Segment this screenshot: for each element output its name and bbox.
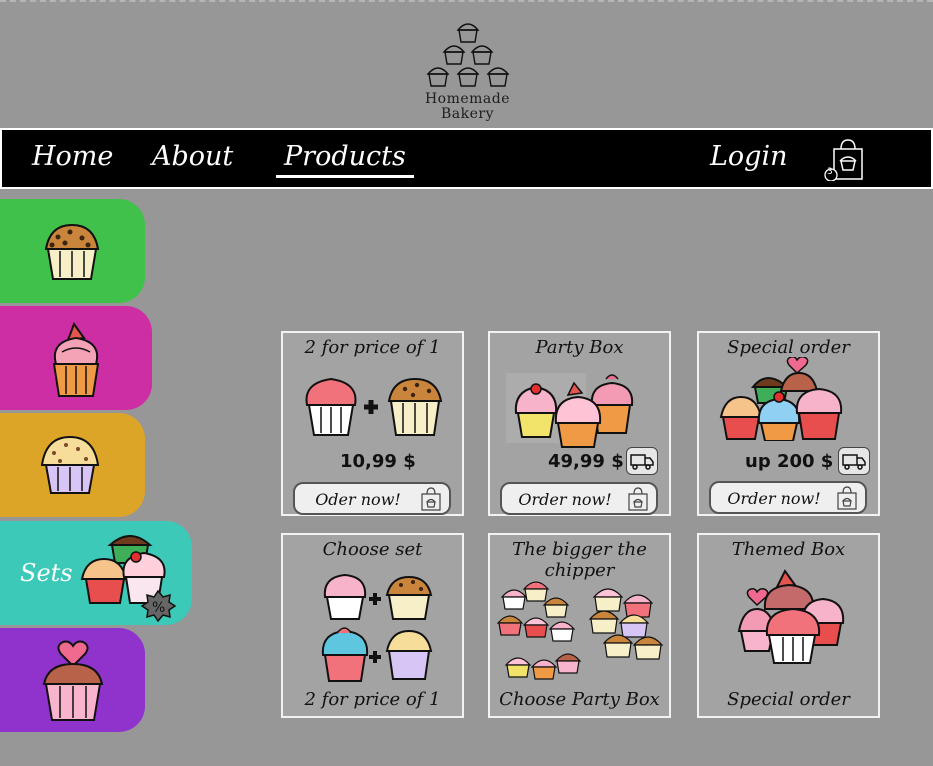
cart-count: 3: [827, 167, 833, 177]
special-order-cupcakes-icon: [719, 357, 843, 441]
product-price: 10,99 $: [340, 451, 416, 472]
shopping-bag-icon: [628, 487, 648, 511]
product-card-2-for-1[interactable]: 2 for price of 1 10,99 $ Oder now!: [281, 331, 464, 516]
category-sets-label: Sets: [20, 559, 73, 587]
order-button-label: Order now!: [727, 489, 821, 508]
nav-home[interactable]: Home: [24, 139, 121, 175]
product-subtitle: Choose Party Box: [499, 689, 660, 710]
delivery-truck-icon: [626, 447, 658, 475]
muffin-stack-icon: [426, 23, 509, 87]
category-sets[interactable]: Sets %: [0, 521, 192, 625]
product-subtitle: 2 for price of 1: [304, 689, 441, 710]
category-vanilla-muffins[interactable]: [0, 413, 145, 517]
nav-about[interactable]: About: [144, 139, 241, 175]
order-now-button[interactable]: Order now!: [500, 482, 658, 515]
vanilla-muffin-icon: [40, 435, 100, 494]
shopping-bag-icon: [421, 487, 441, 511]
brand-logo[interactable]: Homemade Bakery: [415, 18, 520, 126]
shopping-cart[interactable]: 3: [824, 137, 868, 182]
product-card-party-box[interactable]: Party Box 49,99 $ Order now!: [488, 331, 671, 516]
order-button-label: Order now!: [518, 490, 612, 509]
order-now-button[interactable]: Oder now!: [293, 482, 451, 515]
product-card-special-order[interactable]: Special order up 200 $ Order now!: [697, 331, 880, 516]
heart-cupcake-icon: [42, 640, 104, 721]
shopping-bag-icon: [837, 486, 857, 510]
svg-text:%: %: [152, 600, 165, 616]
order-button-label: Oder now!: [315, 490, 401, 509]
product-card-bigger-chipper[interactable]: The bigger the chipper Choose Party Box: [488, 533, 671, 718]
brand-name-line2: Bakery: [440, 106, 494, 122]
product-title: Choose set: [322, 539, 423, 560]
product-price: 49,99 $: [548, 451, 624, 472]
order-now-button[interactable]: Order now!: [709, 481, 867, 514]
chocolate-muffin-icon: [44, 223, 100, 280]
themed-box-cupcakes-icon: [737, 569, 845, 664]
cupcake-set-icon: %: [80, 535, 177, 623]
product-subtitle: Special order: [727, 689, 850, 710]
nav-products[interactable]: Products: [276, 139, 414, 178]
category-chocolate-chip-muffins[interactable]: [0, 199, 145, 303]
product-title: 2 for price of 1: [304, 337, 441, 358]
product-card-choose-set[interactable]: Choose set 2 for price of 1: [281, 533, 464, 718]
category-fancy-cupcakes[interactable]: [0, 306, 152, 410]
main-navigation: Home About Products Login 3: [0, 128, 933, 189]
cupcake-plus-muffin-icon: [305, 377, 443, 436]
product-title: Party Box: [535, 337, 624, 358]
party-box-cupcakes-icon: [506, 373, 634, 448]
choose-set-cupcakes-icon: [321, 573, 433, 682]
product-title: Special order: [727, 337, 850, 358]
product-price: up 200 $: [745, 451, 834, 472]
top-border: [0, 0, 933, 2]
product-title: Themed Box: [731, 539, 846, 560]
category-heart-cupcakes[interactable]: [0, 628, 145, 732]
login-link[interactable]: Login: [702, 139, 796, 175]
fancy-cupcake-icon: [52, 321, 100, 397]
product-card-themed-box[interactable]: Themed Box Special order: [697, 533, 880, 718]
brand-name-line1: Homemade: [424, 91, 511, 107]
many-cupcakes-icon: [496, 581, 664, 680]
delivery-truck-icon: [838, 447, 870, 475]
